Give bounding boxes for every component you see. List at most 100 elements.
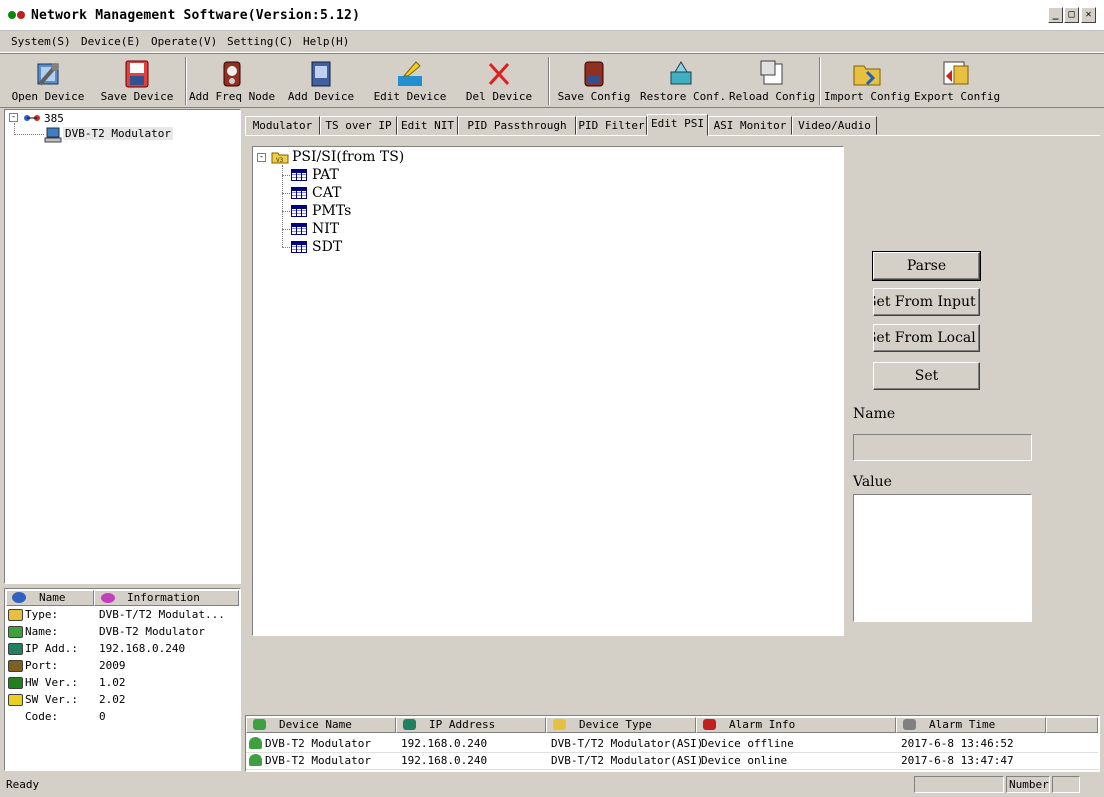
tree-connector bbox=[282, 229, 290, 230]
alarm-header-4[interactable]: Alarm Time bbox=[896, 717, 1046, 733]
set-button[interactable]: Set bbox=[873, 362, 980, 390]
info-header-name[interactable]: Name bbox=[6, 590, 94, 606]
table-icon bbox=[291, 205, 307, 217]
alarm-cell: 192.168.0.240 bbox=[401, 754, 488, 767]
restore-conf-button[interactable]: Restore Conf. bbox=[640, 56, 726, 106]
edit-device-label: Edit Device bbox=[373, 90, 447, 103]
import-config-button[interactable]: Import Config bbox=[824, 56, 910, 106]
tab-ts-over-ip[interactable]: TS over IP bbox=[320, 116, 397, 135]
value-textarea[interactable] bbox=[853, 494, 1032, 622]
tab-video-audio[interactable]: Video/Audio bbox=[792, 116, 877, 135]
alarm-header-1[interactable]: IP Address bbox=[396, 717, 546, 733]
save-device-label: Save Device bbox=[100, 90, 174, 103]
parse-button[interactable]: Parse bbox=[872, 251, 981, 281]
menu-device[interactable]: Device(E) bbox=[81, 35, 141, 48]
device-icon bbox=[249, 754, 262, 766]
psi-root-label[interactable]: PSI/SI(from TS) bbox=[292, 149, 404, 165]
tree-connector bbox=[282, 247, 290, 248]
edit-device-icon bbox=[398, 61, 422, 86]
device-tree-panel bbox=[4, 109, 241, 584]
tree-connector bbox=[14, 134, 44, 135]
alarm-cell: DVB-T/T2 Modulator(ASI) bbox=[551, 754, 704, 767]
export-config-button[interactable]: Export Config bbox=[914, 56, 1001, 106]
open-device-button[interactable]: Open Device bbox=[8, 56, 88, 106]
export-config-label: Export Config bbox=[914, 90, 1001, 103]
alarm-cell: 2017-6-8 13:47:47 bbox=[901, 754, 1014, 767]
device-icon bbox=[253, 719, 266, 730]
psi-item-pat[interactable]: PAT bbox=[291, 167, 339, 183]
add-freq-node-button[interactable]: Add Freq Node bbox=[189, 56, 275, 106]
alarm-header-label: IP Address bbox=[429, 718, 496, 731]
table-icon bbox=[291, 169, 307, 181]
edit-device-button[interactable]: Edit Device bbox=[370, 56, 450, 106]
psi-item-pmts[interactable]: PMTs bbox=[291, 203, 351, 219]
toolbar-separator bbox=[819, 57, 821, 105]
reload-config-button[interactable]: Reload Config bbox=[729, 56, 815, 106]
tree-connector bbox=[282, 165, 283, 247]
psi-item-label: NIT bbox=[312, 221, 340, 237]
tab-edit-nit[interactable]: Edit NIT bbox=[397, 116, 458, 135]
tab-pid-passthrough[interactable]: PID Passthrough bbox=[458, 116, 576, 135]
table-icon bbox=[291, 223, 307, 235]
add-device-label: Add Device bbox=[287, 90, 355, 103]
get-from-local-button[interactable]: Get From Local bbox=[873, 324, 980, 352]
table-icon bbox=[291, 187, 307, 199]
status-pane bbox=[1052, 776, 1080, 793]
alarm-cell: Device offline bbox=[701, 737, 794, 750]
maximize-button[interactable]: □ bbox=[1064, 7, 1079, 23]
alarm-icon bbox=[703, 719, 716, 730]
save-config-label: Save Config bbox=[557, 90, 631, 103]
alarm-header-3[interactable]: Alarm Info bbox=[696, 717, 896, 733]
device-icon bbox=[8, 626, 23, 638]
psi-item-label: SDT bbox=[312, 239, 343, 255]
status-number: Number bbox=[1006, 776, 1050, 793]
menu-operate[interactable]: Operate(V) bbox=[151, 35, 217, 48]
tab-edit-psi[interactable]: Edit PSI bbox=[647, 114, 708, 136]
info-row-name: Port: bbox=[25, 659, 59, 672]
get-from-input-button[interactable]: Get From Input bbox=[873, 288, 980, 316]
save-device-button[interactable]: Save Device bbox=[96, 56, 178, 106]
device-icon bbox=[249, 737, 262, 749]
psi-item-nit[interactable]: NIT bbox=[291, 221, 339, 237]
info-row-value: DVB-T2 Modulator bbox=[99, 625, 205, 638]
alarm-header-label: Alarm Info bbox=[729, 718, 796, 731]
info-row-value: 192.168.0.240 bbox=[99, 642, 186, 655]
alarm-header-0[interactable]: Device Name bbox=[246, 717, 396, 733]
menu-setting[interactable]: Setting(C) bbox=[227, 35, 293, 48]
export-icon bbox=[943, 61, 969, 85]
psi-item-label: PAT bbox=[312, 167, 339, 183]
menu-system[interactable]: System(S) bbox=[11, 35, 71, 48]
close-button[interactable]: ✕ bbox=[1081, 7, 1096, 23]
alarm-header-2[interactable]: Device Type bbox=[546, 717, 696, 733]
lightbulb-icon bbox=[8, 694, 23, 706]
tab-modulator[interactable]: Modulator bbox=[245, 116, 320, 135]
psi-collapse-toggle[interactable]: - bbox=[257, 153, 266, 162]
freq-node-icon bbox=[223, 61, 241, 87]
collapse-toggle[interactable]: - bbox=[9, 113, 18, 122]
save-config-button[interactable]: Save Config bbox=[555, 56, 633, 106]
tab-pid-filter[interactable]: PID Filter bbox=[576, 116, 647, 135]
alarm-header-label: Device Type bbox=[579, 718, 652, 731]
name-field[interactable] bbox=[853, 434, 1032, 461]
alarm-header-filler[interactable] bbox=[1046, 717, 1098, 733]
minimize-button[interactable]: _ bbox=[1048, 7, 1063, 23]
alarm-cell: DVB-T/T2 Modulator(ASI) bbox=[551, 737, 704, 750]
save-icon bbox=[125, 60, 149, 88]
menu-help[interactable]: Help(H) bbox=[303, 35, 349, 48]
psi-item-sdt[interactable]: SDT bbox=[291, 239, 342, 255]
del-device-label: Del Device bbox=[465, 90, 533, 103]
alarm-header-label: Device Name bbox=[279, 718, 352, 731]
tab-asi-monitor[interactable]: ASI Monitor bbox=[708, 116, 792, 135]
tree-device-item[interactable]: DVB-T2 Modulator bbox=[63, 127, 173, 140]
tree-connector bbox=[282, 175, 290, 176]
info-header-information[interactable]: Information bbox=[94, 590, 239, 606]
info-row-value: 0 bbox=[99, 710, 106, 723]
tree-root-label[interactable]: 385 bbox=[44, 112, 64, 125]
add-device-button[interactable]: Add Device bbox=[283, 56, 359, 106]
del-device-button[interactable]: Del Device bbox=[460, 56, 538, 106]
folder-icon bbox=[553, 719, 566, 730]
status-pane bbox=[914, 776, 1004, 793]
alarm-cell: DVB-T2 Modulator bbox=[265, 737, 371, 750]
psi-item-cat[interactable]: CAT bbox=[291, 185, 341, 201]
get-from-local-label: Get From Local bbox=[873, 330, 976, 346]
